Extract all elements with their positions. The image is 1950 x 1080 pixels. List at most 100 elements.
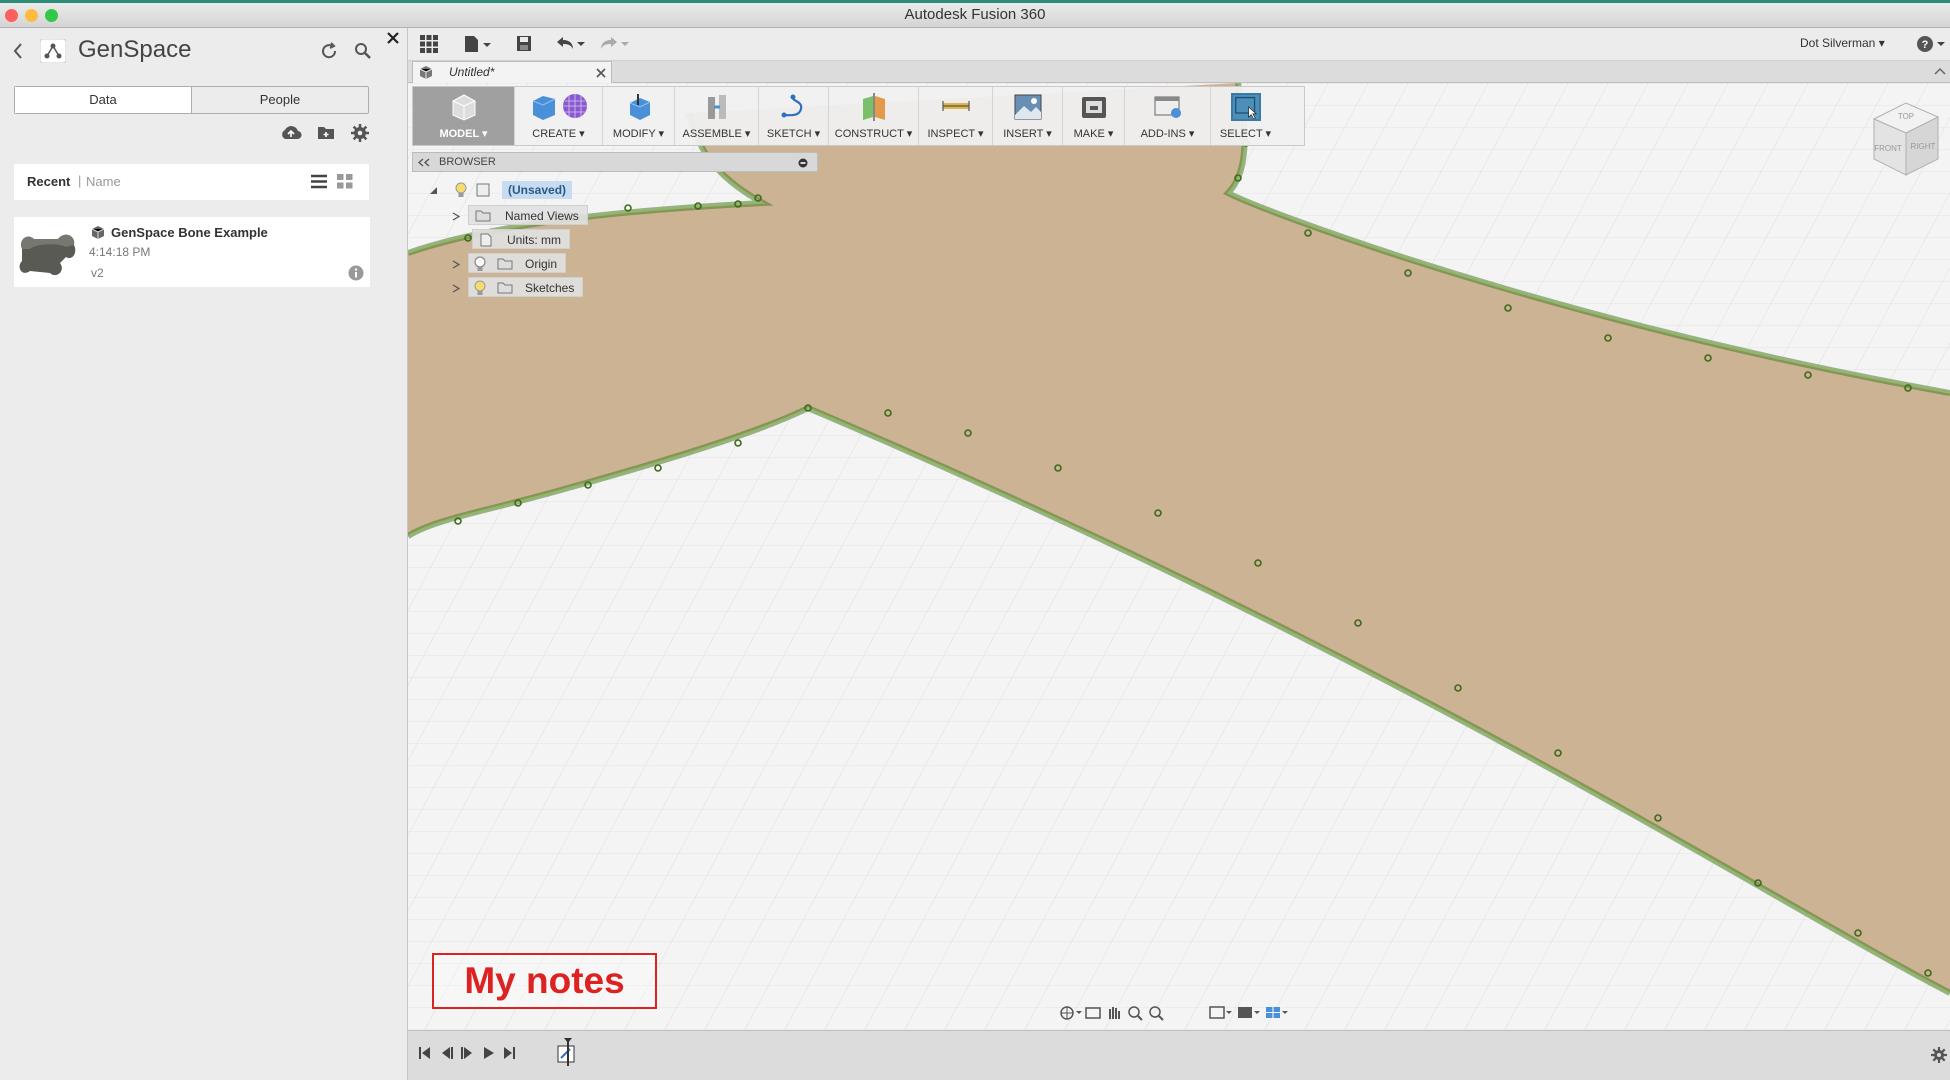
toolbar-create-label: CREATE ▾	[532, 128, 585, 140]
design-version: v2	[91, 266, 104, 280]
look-at-icon[interactable]	[1085, 1007, 1101, 1019]
add-ins-icon	[1154, 96, 1181, 118]
view-cube-top[interactable]: TOP	[1898, 112, 1914, 121]
data-panel-grid-icon[interactable]	[420, 35, 438, 53]
grid-settings-icon[interactable]	[1238, 1007, 1260, 1018]
sort-divider: |	[78, 173, 82, 188]
maximize-window-icon[interactable]	[45, 9, 58, 22]
browser-minimize-icon[interactable]	[798, 158, 808, 168]
browser-sketches[interactable]: Sketches	[452, 277, 584, 297]
zoom-icon[interactable]	[1128, 1006, 1143, 1021]
close-window-icon[interactable]	[5, 9, 18, 22]
minimize-window-icon[interactable]	[25, 9, 38, 22]
sort-recent[interactable]: Recent	[27, 174, 70, 189]
insert-icon	[1014, 94, 1041, 120]
canvas-viewport[interactable]: TOP FRONT RIGHT	[408, 83, 1950, 1030]
pan-icon[interactable]	[1109, 1007, 1120, 1019]
help-icon[interactable]: ?	[1916, 35, 1946, 53]
design-name[interactable]: GenSpace Bone Example	[111, 225, 268, 240]
browser-root-label: (Unsaved)	[502, 181, 573, 199]
toolbar-sketch[interactable]: SKETCH ▾	[759, 87, 829, 145]
collapse-icon[interactable]	[1934, 66, 1946, 76]
play-icon[interactable]	[461, 1047, 472, 1059]
go-to-end-icon[interactable]	[504, 1047, 515, 1059]
browser-title: BROWSER	[439, 156, 496, 168]
browser-units[interactable]: Units: mm	[472, 229, 570, 249]
step-forward-icon[interactable]	[484, 1047, 494, 1059]
visibility-bulb-icon[interactable]	[473, 256, 487, 272]
undo-icon[interactable]	[556, 36, 586, 52]
file-menu-icon[interactable]	[464, 35, 492, 53]
list-view-icon[interactable]	[311, 174, 327, 189]
units-document-icon	[480, 233, 492, 247]
toolbar-model[interactable]: MODEL ▾	[413, 87, 515, 145]
expand-arrow-icon[interactable]	[452, 260, 460, 269]
close-tab-icon[interactable]	[596, 68, 606, 78]
collapse-browser-icon[interactable]	[418, 158, 430, 167]
toolbar-create[interactable]: CREATE ▾	[515, 87, 603, 145]
browser-named-views[interactable]: Named Views	[452, 205, 588, 225]
browser-origin[interactable]: Origin	[452, 253, 567, 273]
go-to-start-icon[interactable]	[419, 1047, 430, 1059]
toolbar-insert[interactable]: INSERT ▾	[993, 87, 1063, 145]
refresh-icon[interactable]	[320, 42, 338, 60]
expand-arrow-icon[interactable]	[452, 284, 460, 293]
browser-root[interactable]: (Unsaved)	[430, 180, 580, 200]
redo-icon[interactable]	[600, 36, 630, 52]
new-folder-icon[interactable]	[317, 124, 335, 140]
data-panel: GenSpace Data People Recent | Name GenSp…	[0, 28, 408, 1080]
toolbar-add-ins[interactable]: ADD-INS ▾	[1125, 87, 1211, 145]
timeline-sketch-feature-icon[interactable]	[556, 1038, 580, 1068]
sort-bar: Recent | Name	[14, 164, 369, 200]
visibility-bulb-icon[interactable]	[473, 280, 487, 296]
browser-named-views-label: Named Views	[505, 209, 579, 223]
browser-panel-header[interactable]: BROWSER	[412, 152, 818, 172]
grid-view-icon[interactable]	[337, 174, 353, 189]
toolbar-sketch-label: SKETCH ▾	[766, 128, 821, 140]
navigation-bar	[1058, 1000, 1298, 1026]
document-tab-bar: Untitled*	[408, 61, 1950, 83]
toolbar-inspect-label: INSPECT ▾	[927, 128, 984, 140]
visibility-bulb-icon[interactable]	[454, 182, 468, 198]
search-icon[interactable]	[354, 42, 372, 60]
tab-data[interactable]: Data	[15, 87, 192, 113]
fit-icon[interactable]	[1149, 1006, 1164, 1021]
view-cube[interactable]: TOP FRONT RIGHT	[1860, 97, 1944, 181]
panel-tabs: Data People	[14, 86, 369, 114]
modify-icon	[629, 94, 650, 120]
settings-icon[interactable]	[351, 124, 369, 142]
display-settings-icon[interactable]	[1209, 1006, 1232, 1019]
construct-icon	[862, 93, 885, 121]
sketch-icon	[781, 94, 802, 118]
step-back-icon[interactable]	[442, 1047, 453, 1059]
orbit-icon[interactable]	[1060, 1006, 1082, 1020]
sort-name[interactable]: Name	[86, 174, 121, 189]
upload-icon[interactable]	[280, 124, 302, 142]
expand-arrow-icon[interactable]	[429, 186, 438, 195]
document-tab[interactable]: Untitled*	[412, 61, 612, 83]
folder-icon	[475, 210, 491, 222]
timeline-settings-icon[interactable]	[1930, 1046, 1948, 1064]
viewports-icon[interactable]	[1266, 1007, 1288, 1018]
view-cube-right[interactable]: RIGHT	[1911, 142, 1936, 151]
user-menu[interactable]: Dot Silverman ▾	[1800, 36, 1885, 50]
toolbar-construct[interactable]: CONSTRUCT ▾	[829, 87, 919, 145]
toolbar-modify[interactable]: MODIFY ▾	[603, 87, 675, 145]
select-icon	[1230, 93, 1261, 121]
toolbar-assemble[interactable]: ASSEMBLE ▾	[675, 87, 759, 145]
toolbar-select[interactable]: SELECT ▾	[1211, 87, 1280, 145]
info-icon[interactable]	[348, 265, 364, 281]
view-cube-front[interactable]: FRONT	[1874, 144, 1902, 153]
project-icon	[40, 39, 66, 63]
close-panel-icon[interactable]	[386, 31, 400, 45]
back-icon[interactable]	[12, 42, 24, 60]
save-icon[interactable]	[516, 35, 532, 52]
tab-people[interactable]: People	[192, 87, 368, 113]
design-card[interactable]: GenSpace Bone Example 4:14:18 PM v2	[14, 217, 370, 287]
toolbar-construct-label: CONSTRUCT ▾	[834, 128, 913, 140]
expand-arrow-icon[interactable]	[452, 212, 460, 221]
toolbar-inspect[interactable]: INSPECT ▾	[919, 87, 993, 145]
toolbar-make[interactable]: MAKE ▾	[1063, 87, 1125, 145]
data-panel-header: GenSpace	[0, 28, 408, 74]
sketch-canvas[interactable]	[408, 83, 1950, 1030]
